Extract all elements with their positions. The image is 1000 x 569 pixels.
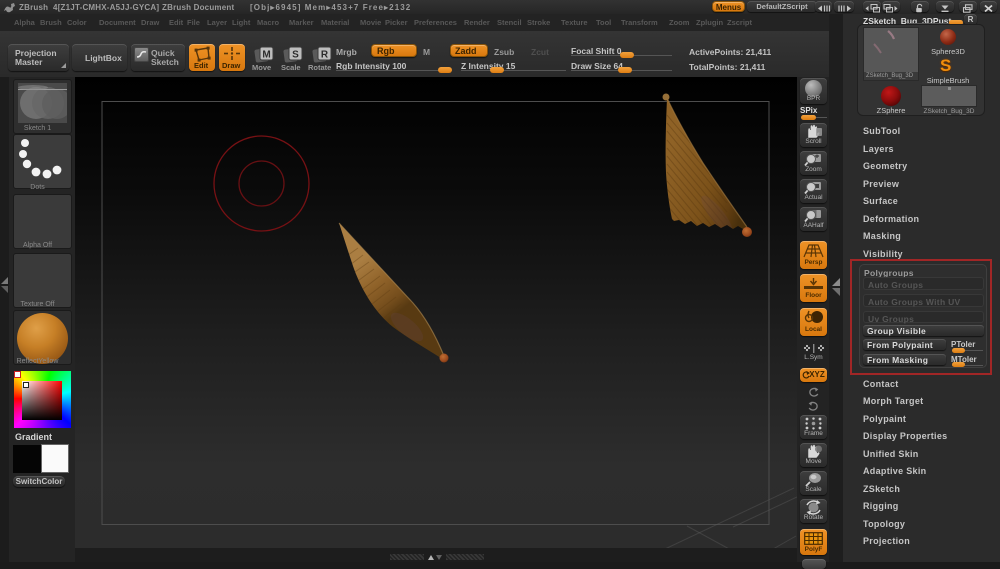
svg-text:M: M [262,50,270,61]
svg-text:R: R [321,50,329,61]
svg-text:S: S [292,50,299,61]
